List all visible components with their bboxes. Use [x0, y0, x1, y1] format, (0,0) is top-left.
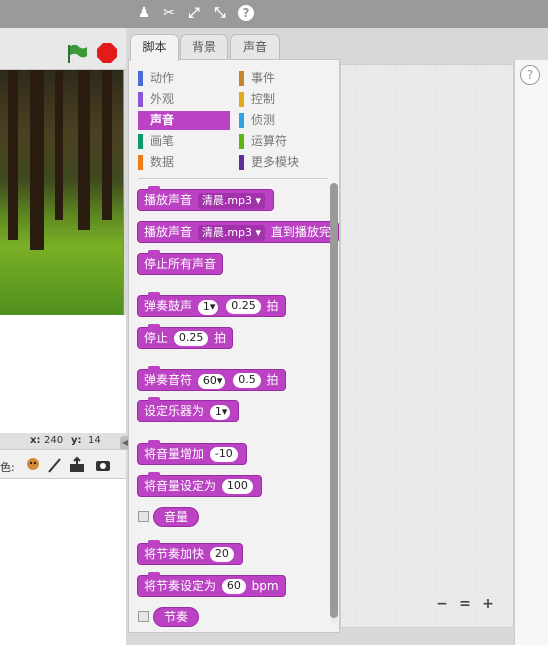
volume-change-input[interactable]: -10: [209, 447, 238, 462]
beats-input[interactable]: 0.5: [233, 373, 261, 388]
play-sound-block[interactable]: 播放声音 清晨.mp3 ▾: [137, 186, 275, 211]
category-control[interactable]: 控制: [239, 90, 331, 109]
scripts-area[interactable]: [340, 64, 514, 628]
tempo-input[interactable]: 60: [221, 579, 246, 594]
category-color-bar: [138, 92, 143, 107]
sound-dropdown[interactable]: 清晨.mp3 ▾: [197, 225, 266, 241]
category-looks[interactable]: 外观: [138, 90, 230, 109]
instrument-dropdown[interactable]: 1▾: [209, 405, 231, 420]
cut-icon[interactable]: ✂: [161, 5, 177, 21]
zoom-in-icon[interactable]: +: [480, 596, 496, 612]
tips-panel: [514, 60, 548, 645]
rest-block[interactable]: 停止 0.25 拍: [137, 324, 234, 349]
palette-divider: [138, 178, 328, 179]
stop-button[interactable]: [97, 43, 117, 63]
category-color-bar: [239, 155, 244, 170]
note-dropdown[interactable]: 60▾: [197, 374, 226, 389]
tempo-reporter[interactable]: 节奏: [153, 607, 200, 627]
paint-brush-icon[interactable]: [46, 456, 64, 474]
camera-icon[interactable]: [94, 456, 112, 474]
category-data[interactable]: 数据: [138, 153, 230, 172]
drum-dropdown[interactable]: 1▾: [197, 300, 219, 315]
mouse-coordinates: x: 240 y: 14: [0, 433, 126, 449]
tab-sounds[interactable]: 声音: [230, 34, 280, 60]
category-color-bar: [138, 155, 143, 170]
zoom-reset-icon[interactable]: =: [457, 596, 473, 612]
category-sound[interactable]: 声音: [138, 111, 230, 130]
tab-backdrops[interactable]: 背景: [180, 34, 228, 60]
new-sprite-label: 色:: [0, 461, 15, 474]
upload-sprite-icon[interactable]: [68, 456, 86, 474]
volume-monitor-checkbox[interactable]: [138, 511, 149, 522]
category-pen[interactable]: 画笔: [138, 132, 230, 151]
tips-help-icon[interactable]: ?: [520, 65, 540, 85]
tab-scripts[interactable]: 脚本: [130, 34, 179, 61]
play-note-block[interactable]: 弹奏音符 60▾ 0.5 拍: [137, 366, 286, 391]
change-volume-block[interactable]: 将音量增加 -10: [137, 440, 247, 465]
stage-lower-area: [0, 315, 126, 433]
set-volume-block[interactable]: 将音量设定为 100: [137, 472, 262, 497]
set-instrument-block[interactable]: 设定乐器为 1▾: [137, 397, 240, 422]
shrink-icon[interactable]: ⤡: [212, 5, 228, 21]
category-sensing[interactable]: 侦测: [239, 111, 331, 130]
category-color-bar: [239, 71, 244, 86]
stamp-icon[interactable]: ♟: [136, 5, 152, 21]
volume-input[interactable]: 100: [221, 479, 253, 494]
stage-canvas[interactable]: [0, 70, 124, 315]
green-flag-icon[interactable]: [66, 44, 88, 64]
volume-reporter[interactable]: 音量: [153, 507, 200, 527]
play-drum-block[interactable]: 弹奏鼓声 1▾ 0.25 拍: [137, 292, 286, 317]
category-color-bar: [138, 134, 143, 149]
category-operators[interactable]: 运算符: [239, 132, 331, 151]
tempo-change-input[interactable]: 20: [209, 547, 234, 562]
set-tempo-block[interactable]: 将节奏设定为 60 bpm: [137, 572, 286, 597]
beats-input[interactable]: 0.25: [226, 299, 261, 314]
category-color-bar: [239, 113, 244, 128]
category-color-bar: [239, 92, 244, 107]
palette-scrollbar[interactable]: [330, 183, 338, 618]
category-color-bar: [138, 113, 143, 128]
help-icon[interactable]: ?: [238, 5, 254, 21]
tempo-monitor-checkbox[interactable]: [138, 611, 149, 622]
category-events[interactable]: 事件: [239, 69, 331, 88]
menu-bar: ♟ ✂ ⤢ ⤡ ?: [0, 0, 548, 28]
category-color-bar: [239, 134, 244, 149]
category-color-bar: [138, 71, 143, 86]
category-motion[interactable]: 动作: [138, 69, 230, 88]
new-sprite-toolbar: 色:: [0, 449, 126, 479]
sprite-library-icon[interactable]: [24, 456, 42, 474]
beats-input[interactable]: 0.25: [173, 331, 209, 346]
play-sound-until-done-block[interactable]: 播放声音 清晨.mp3 ▾ 直到播放完毕: [137, 221, 339, 243]
grow-icon[interactable]: ⤢: [186, 5, 202, 21]
sound-dropdown[interactable]: 清晨.mp3 ▾: [197, 193, 266, 209]
zoom-out-icon[interactable]: −: [434, 596, 450, 612]
change-tempo-block[interactable]: 将节奏加快 20: [137, 540, 243, 565]
stop-all-sounds-block[interactable]: 停止所有声音: [137, 250, 224, 275]
category-more-blocks[interactable]: 更多模块: [239, 153, 331, 172]
sprite-list: [0, 479, 126, 645]
